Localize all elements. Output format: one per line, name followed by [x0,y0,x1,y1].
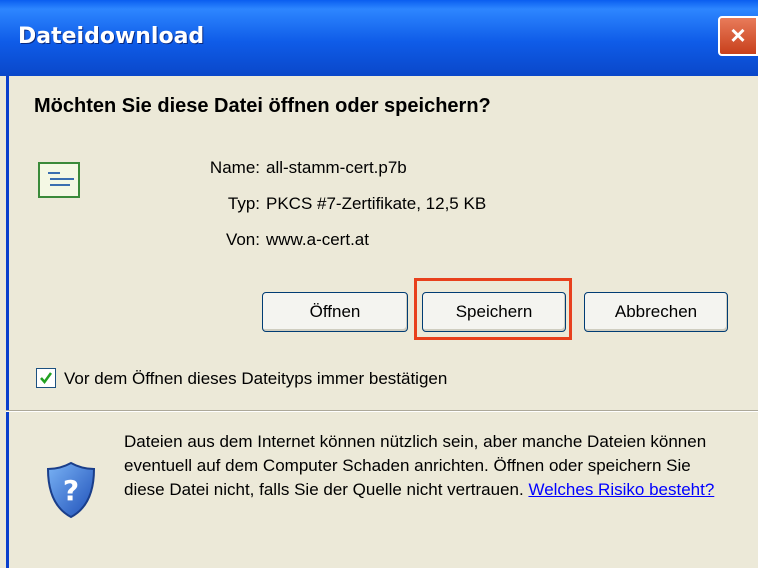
confirm-checkbox[interactable] [36,368,56,388]
file-type-row: Typ: PKCS #7-Zertifikate, 12,5 KB [182,194,486,214]
cancel-button[interactable]: Abbrechen [584,292,728,332]
open-button[interactable]: Öffnen [262,292,408,332]
title-bar[interactable]: Dateidownload × [0,0,758,76]
security-warning: Dateien aus dem Internet können nützlich… [124,430,734,502]
risk-info-link[interactable]: Welches Risiko besteht? [528,480,714,499]
file-name-label: Name: [209,158,260,177]
file-name-value: all-stamm-cert.p7b [266,158,407,177]
close-icon: × [730,20,746,50]
file-source-row: Von: www.a-cert.at [182,230,369,250]
window-title: Dateidownload [18,24,205,49]
question-heading: Möchten Sie diese Datei öffnen oder spei… [34,95,491,117]
security-shield-icon: ? [46,461,96,519]
certificate-file-icon [38,162,80,198]
divider-highlight [6,411,758,412]
svg-text:?: ? [63,474,79,507]
close-button[interactable]: × [718,16,758,56]
file-source-label: Von: [225,230,260,249]
confirm-checkbox-label[interactable]: Vor dem Öffnen dieses Dateityps immer be… [64,369,447,389]
file-download-dialog: Dateidownload × Möchten Sie diese Datei … [0,0,758,568]
save-button[interactable]: Speichern [422,292,566,332]
file-source-value: www.a-cert.at [266,230,369,249]
file-name-row: Name: all-stamm-cert.p7b [182,158,407,178]
file-type-value: PKCS #7-Zertifikate, 12,5 KB [266,194,487,213]
file-type-label: Typ: [227,194,260,213]
checkmark-icon [40,372,53,385]
